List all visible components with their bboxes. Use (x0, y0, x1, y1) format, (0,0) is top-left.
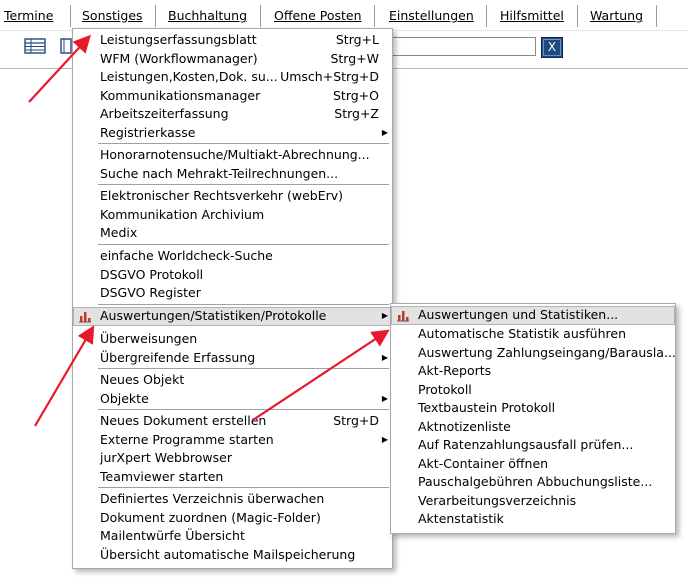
arrow-to-auswertungen (34, 325, 95, 427)
annotation-arrows (28, 34, 390, 427)
arrow-to-submenu (252, 329, 390, 421)
arrow-to-sonstiges (28, 34, 91, 103)
